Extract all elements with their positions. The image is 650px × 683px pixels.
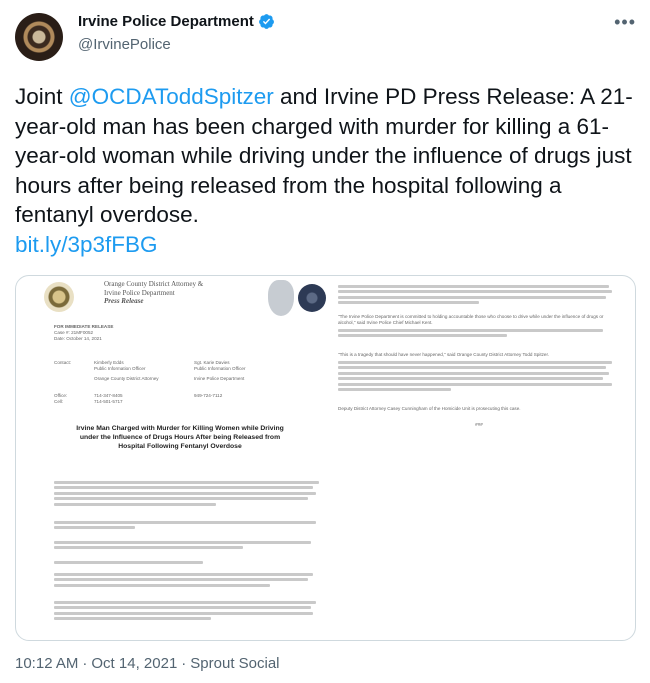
separator-dot: ·	[181, 655, 187, 672]
office-line-2: Irvine Police Department	[104, 288, 175, 297]
press-release-document: Orange County District Attorney & Irvine…	[30, 280, 622, 640]
body-paragraph-5	[54, 570, 324, 589]
body-paragraph-4	[54, 558, 324, 566]
release-date: Date: October 14, 2021	[54, 336, 102, 342]
tweet-text-before: Joint	[15, 84, 69, 109]
contact-right-title: Public Information Officer	[194, 366, 246, 372]
right-paragraph-3: "This is a tragedy that should have neve…	[338, 352, 620, 394]
author-name-row: Irvine Police Department	[78, 13, 275, 30]
body-paragraph-3	[54, 538, 324, 552]
body-paragraph-6	[54, 598, 324, 623]
police-patch-logo	[298, 284, 326, 312]
right-paragraph-2: "The Irvine Police Department is committ…	[338, 314, 620, 340]
cell-phone-label: Cell:	[54, 398, 64, 404]
body-paragraph-2	[54, 518, 324, 532]
da-seal-logo	[44, 282, 74, 312]
chief-quote: "The Irvine Police Department is committ…	[338, 314, 604, 326]
release-meta: FOR IMMEDIATE RELEASE Case #: 21MF0052 D…	[54, 324, 113, 343]
separator-dot: ·	[82, 655, 88, 672]
tweet-time[interactable]: 10:12 AM	[15, 655, 78, 672]
author-display-name[interactable]: Irvine Police Department	[78, 13, 254, 30]
office-line-1: Orange County District Attorney &	[104, 280, 204, 288]
da-quote: "This is a tragedy that should have neve…	[338, 352, 550, 357]
mention-link[interactable]: @OCDATodd​Spitzer	[69, 84, 274, 109]
body-paragraph-1	[54, 478, 324, 508]
press-release-image[interactable]: Orange County District Attorney & Irvine…	[15, 275, 636, 641]
release-headline: Irvine Man Charged with Murder for Killi…	[76, 425, 284, 450]
press-release-label: Press Release	[104, 297, 144, 305]
cell-phone-left: 714-501-5717	[94, 398, 123, 404]
short-url-link[interactable]: bit.ly/3p3fFBG	[15, 232, 158, 257]
office-header: Orange County District Attorney & Irvine…	[104, 280, 203, 306]
more-options-icon[interactable]: •••	[614, 12, 636, 33]
avatar[interactable]	[15, 13, 63, 61]
contact-left-org: Orange County District Attorney	[94, 376, 159, 382]
document-page-1: Orange County District Attorney & Irvine…	[30, 280, 326, 640]
end-mark: ###	[475, 422, 483, 427]
tweet-source-link[interactable]: Sprout Social	[190, 655, 279, 672]
police-badge-logo	[268, 280, 294, 316]
tweet-text: Joint @OCDATodd​Spitzer and Irvine PD Pr…	[15, 82, 640, 259]
contact-right-org: Irvine Police Department	[194, 376, 245, 382]
contact-left-title: Public Information Officer	[94, 366, 146, 372]
right-closing-line: Deputy District Attorney Casey Cunningha…	[338, 406, 521, 411]
verified-badge-icon	[258, 14, 274, 29]
tweet-date[interactable]: Oct 14, 2021	[91, 655, 177, 672]
document-page-2: "The Irvine Police Department is committ…	[338, 280, 622, 480]
author-handle[interactable]: @IrvinePolice	[78, 36, 171, 53]
tweet-metadata: 10:12 AM · Oct 14, 2021 · Sprout Social	[15, 655, 280, 672]
right-paragraph-1	[338, 282, 620, 307]
contacts-block: Contact: Kimberly Edds Sgt. Karie Davies…	[54, 360, 314, 405]
